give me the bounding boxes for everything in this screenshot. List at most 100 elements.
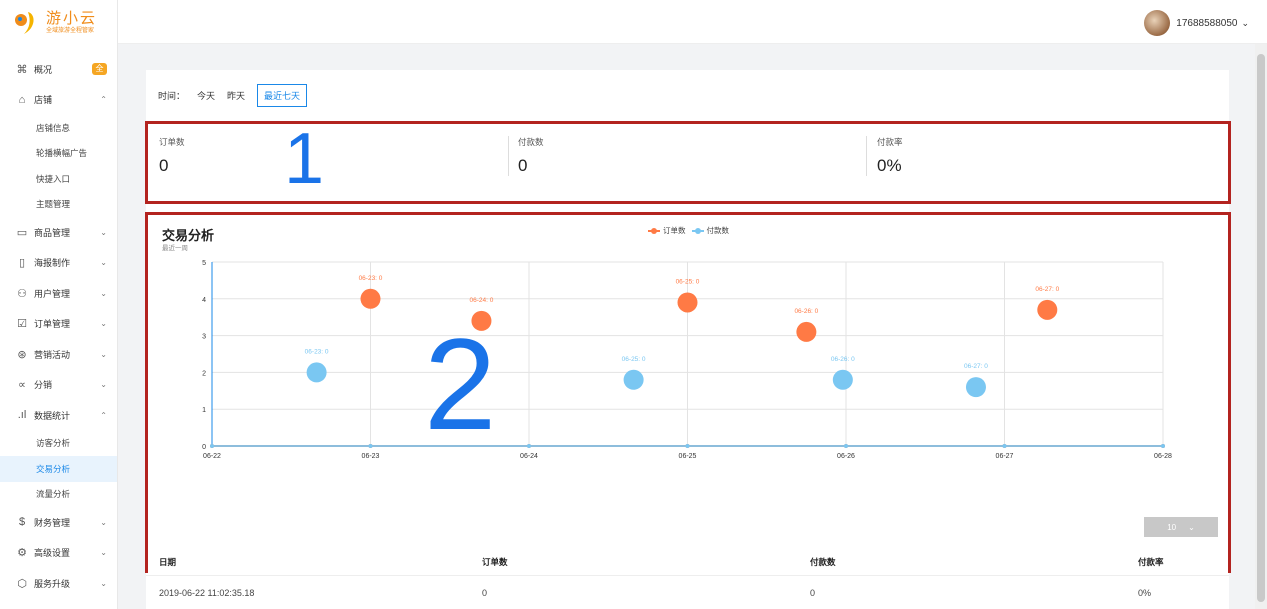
time-option-last-7-days[interactable]: 最近七天 <box>257 84 308 107</box>
column-header-payment-rate[interactable]: 付款率 <box>1138 556 1164 568</box>
divider <box>866 136 867 176</box>
sidebar-item-finance[interactable]: $ 财务管理 ⌄ <box>0 507 117 538</box>
sidebar-item-overview[interactable]: ⌘ 概况 全 <box>0 54 117 85</box>
chevron-down-icon: ⌄ <box>1188 522 1195 532</box>
sidebar-subitem-theme[interactable]: 主题管理 <box>0 192 117 218</box>
user-phone: 17688588050 <box>1176 17 1238 29</box>
sidebar-item-users[interactable]: ⚇ 用户管理 ⌄ <box>0 278 117 309</box>
user-menu[interactable]: 17688588050 ⌄ <box>1144 10 1249 36</box>
chevron-down-icon: ⌄ <box>100 227 107 237</box>
share-icon: ∝ <box>18 379 26 392</box>
time-option-yesterday[interactable]: 昨天 <box>227 89 245 102</box>
cell-date: 2019-06-22 11:02:35.18 <box>159 588 255 598</box>
stat-value: 0 <box>518 156 528 175</box>
sidebar-item-label: 高级设置 <box>34 548 71 559</box>
sidebar-item-orders[interactable]: ☑ 订单管理 ⌄ <box>0 309 117 340</box>
brand-logo[interactable]: 游小云 全域旅游全程管家 <box>0 0 117 44</box>
data-point <box>210 444 214 448</box>
tooltip-bubble <box>623 369 644 390</box>
stat-label: 付款率 <box>877 137 903 147</box>
sidebar-item-advanced-settings[interactable]: ⚙ 高级设置 ⌄ <box>0 538 117 569</box>
gear-icon: ⚙ <box>17 547 27 560</box>
sidebar-item-posters[interactable]: ▯ 海报制作 ⌄ <box>0 248 117 279</box>
chevron-down-icon: ⌄ <box>100 548 107 558</box>
sidebar-item-label: 服务升级 <box>34 578 71 589</box>
logo-icon <box>15 12 34 34</box>
stats-box: 订单数 0 1 付款数 0 付款率 0% <box>145 119 1231 204</box>
sidebar-item-label: 订单管理 <box>34 319 71 330</box>
sidebar-subitem-traffic-analysis[interactable]: 流量分析 <box>0 482 117 508</box>
sidebar-item-label: 数据统计 <box>34 410 71 421</box>
sidebar-subitem-trade-analysis[interactable]: 交易分析 <box>0 456 117 482</box>
sidebar-item-label: 分销 <box>34 380 53 391</box>
chevron-down-icon: ⌄ <box>100 578 107 588</box>
tooltip-bubble <box>796 321 817 342</box>
scrollbar[interactable] <box>1255 44 1267 609</box>
cell-payments: 0 <box>810 588 816 598</box>
chevron-down-icon: ⌄ <box>1241 17 1249 28</box>
time-option-today[interactable]: 今天 <box>197 89 215 102</box>
x-tick-label: 06-27 <box>996 453 1014 460</box>
x-tick-label: 06-24 <box>520 453 538 460</box>
users-icon: ⚇ <box>17 287 27 300</box>
tooltip-label: 06-26: 0 <box>794 308 818 315</box>
x-tick-label: 06-25 <box>679 453 697 460</box>
dollar-icon: $ <box>18 516 26 529</box>
tooltip-bubble <box>677 292 698 313</box>
x-tick-label: 06-26 <box>837 453 855 460</box>
tooltip-label: 06-24: 0 <box>470 297 494 304</box>
page-size-value: 10 <box>1167 522 1177 532</box>
data-point <box>368 444 373 448</box>
x-tick-label: 06-22 <box>203 453 221 460</box>
sidebar-item-label: 店铺 <box>34 95 53 106</box>
chart-card: 交易分析 最近一周 订单数 付款数 0 1 2 3 4 5 06-22 06-23 06-24 0… <box>148 215 1228 501</box>
sidebar-item-statistics[interactable]: .ıl 数据统计 ⌃ <box>0 400 117 431</box>
trade-analysis-box: 交易分析 最近一周 订单数 付款数 0 1 2 3 4 5 06-22 06-23 06-24 0… <box>145 212 1231 573</box>
tooltip-label: 06-23: 0 <box>359 275 383 282</box>
time-filter-label: 时间： <box>158 91 186 101</box>
y-tick-label: 3 <box>202 334 206 341</box>
tooltip-bubble <box>360 288 381 309</box>
sidebar-item-label: 用户管理 <box>34 288 71 299</box>
table-row[interactable]: 2019-06-22 11:02:35.18 0 0 0% <box>146 575 1229 609</box>
data-point <box>1161 444 1165 448</box>
y-tick-label: 2 <box>202 370 206 377</box>
calendar-icon: ▭ <box>16 226 28 239</box>
chevron-down-icon: ⌄ <box>100 517 107 527</box>
column-header-payments[interactable]: 付款数 <box>810 556 836 568</box>
tooltip-label: 06-25: 0 <box>622 356 646 363</box>
command-icon: ⌘ <box>16 63 28 76</box>
tooltip-bubble <box>965 377 986 398</box>
avatar[interactable] <box>1144 10 1171 36</box>
y-tick-label: 1 <box>202 407 206 414</box>
stat-label: 订单数 <box>159 137 185 147</box>
divider <box>508 136 509 176</box>
scrollbar-thumb[interactable] <box>1257 54 1265 602</box>
sidebar-item-marketing[interactable]: ⊛ 营销活动 ⌄ <box>0 339 117 370</box>
topbar: 17688588050 ⌄ <box>118 0 1267 44</box>
trade-chart: 0 1 2 3 4 5 06-22 06-23 06-24 06-25 06-26 06-27 06-2… <box>202 260 1172 460</box>
column-header-orders[interactable]: 订单数 <box>482 556 508 568</box>
stat-payments: 付款数 0 <box>518 136 544 176</box>
sidebar-item-products[interactable]: ▭ 商品管理 ⌄ <box>0 217 117 248</box>
sidebar-subitem-visitor-analysis[interactable]: 访客分析 <box>0 431 117 457</box>
sidebar-subitem-banner-ads[interactable]: 轮播横幅广告 <box>0 141 117 167</box>
sidebar-item-label: 商品管理 <box>34 227 71 238</box>
checkbox-icon: ☑ <box>17 318 27 331</box>
chevron-up-icon: ⌃ <box>100 410 107 420</box>
column-header-date[interactable]: 日期 <box>159 556 176 568</box>
time-filter: 时间： 今天 昨天 最近七天 <box>158 84 308 107</box>
sidebar-item-store[interactable]: ⌂ 店铺 ⌃ <box>0 85 117 116</box>
globe-icon: ⊛ <box>17 348 27 361</box>
tooltip-bubble <box>1037 299 1058 320</box>
sidebar-item-service-upgrade[interactable]: ⬡ 服务升级 ⌄ <box>0 568 117 599</box>
data-point <box>527 444 531 448</box>
data-point <box>685 444 690 448</box>
annotation-number-1: 1 <box>284 119 325 199</box>
page-size-select[interactable]: 10 ⌄ <box>1144 517 1218 537</box>
sidebar-subitem-quick-entry[interactable]: 快捷入口 <box>0 166 117 192</box>
x-tick-label: 06-28 <box>1154 453 1172 460</box>
sidebar-subitem-store-info[interactable]: 店铺信息 <box>0 115 117 141</box>
sidebar-item-distribution[interactable]: ∝ 分销 ⌄ <box>0 370 117 401</box>
table-header-area: 10 ⌄ 日期 订单数 付款数 付款率 <box>148 505 1228 573</box>
